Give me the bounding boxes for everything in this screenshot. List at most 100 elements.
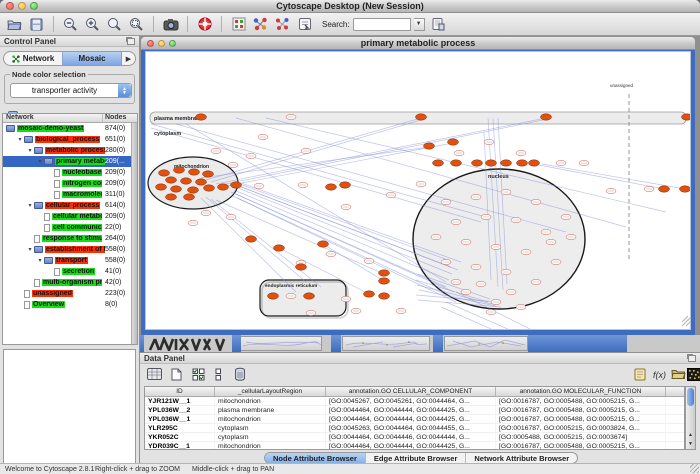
network-node[interactable] bbox=[379, 278, 390, 284]
new-attribute-icon[interactable] bbox=[168, 366, 184, 382]
network-node[interactable] bbox=[218, 184, 229, 190]
network-node[interactable] bbox=[166, 194, 177, 200]
network-node[interactable] bbox=[204, 185, 215, 191]
network-edge[interactable] bbox=[206, 118, 421, 180]
snapshot-icon[interactable] bbox=[162, 16, 179, 33]
delete-attribute-icon[interactable] bbox=[232, 366, 248, 382]
zoom-fit-icon[interactable] bbox=[106, 16, 123, 33]
network-node[interactable] bbox=[541, 114, 552, 120]
table-row[interactable]: YPL036W__2plasma membrane[GO:0044464, GO… bbox=[145, 406, 684, 415]
network-node[interactable] bbox=[364, 291, 375, 297]
network-node[interactable] bbox=[174, 167, 185, 173]
tree-header[interactable]: Network Nodes bbox=[3, 114, 137, 123]
tree-col-nodes[interactable]: Nodes bbox=[103, 114, 137, 122]
vizmap-a-icon[interactable] bbox=[252, 16, 269, 33]
expand-triangle-icon[interactable]: ▾ bbox=[26, 202, 34, 209]
select-attributes-icon[interactable] bbox=[190, 366, 206, 382]
canvas-resize-grip[interactable] bbox=[682, 316, 690, 326]
expand-triangle-icon[interactable]: ▾ bbox=[16, 136, 24, 143]
network-node[interactable] bbox=[340, 182, 351, 188]
function-builder-icon[interactable]: f(x) bbox=[651, 366, 667, 382]
network-canvas[interactable]: plasma membrane cytoplasm mitochondrion … bbox=[145, 51, 691, 330]
network-node[interactable] bbox=[189, 169, 200, 175]
table-column-header[interactable]: ID bbox=[145, 387, 215, 396]
combobox-stepper-icon[interactable]: ▲▼ bbox=[118, 84, 131, 97]
network-node[interactable] bbox=[231, 182, 242, 188]
table-row[interactable]: YLR295Ccytoplasm[GO:0045263, GO:0044464,… bbox=[145, 424, 684, 433]
attribute-browser-tab[interactable]: Network Attribute Browser bbox=[465, 453, 577, 463]
table-row[interactable]: YJR121W__1mitochondrion[GO:0045267, GO:0… bbox=[145, 397, 684, 406]
network-node[interactable] bbox=[379, 270, 390, 276]
network-node[interactable] bbox=[451, 160, 462, 166]
tree-row[interactable]: cellular metabo209(0) bbox=[3, 211, 137, 222]
network-node[interactable] bbox=[159, 170, 170, 176]
background-window-fragment[interactable] bbox=[240, 336, 322, 351]
network-node[interactable] bbox=[472, 160, 483, 166]
tab-overflow-arrow-icon[interactable]: ▶ bbox=[121, 52, 135, 65]
network-node[interactable] bbox=[184, 194, 195, 200]
tree-row[interactable]: secretion41(0) bbox=[3, 266, 137, 277]
tree-row[interactable]: ▾metabolic process280(0) bbox=[3, 145, 137, 156]
view-export-icon[interactable] bbox=[296, 16, 313, 33]
network-node[interactable] bbox=[166, 177, 177, 183]
attribute-browser-tab[interactable]: Node Attribute Browser bbox=[265, 453, 365, 463]
network-node[interactable] bbox=[304, 293, 315, 299]
network-node[interactable] bbox=[274, 245, 285, 251]
search-input[interactable] bbox=[353, 18, 411, 31]
background-windows-strip[interactable] bbox=[140, 335, 700, 352]
network-node[interactable] bbox=[188, 187, 199, 193]
attribute-table-icon[interactable] bbox=[146, 366, 162, 382]
tree-row[interactable]: nitrogen compo209(0) bbox=[3, 178, 137, 189]
network-node[interactable] bbox=[529, 160, 540, 166]
expand-triangle-icon[interactable]: ▾ bbox=[36, 257, 44, 264]
network-node[interactable] bbox=[680, 186, 691, 192]
open-icon[interactable] bbox=[6, 16, 23, 33]
import-attributes-icon[interactable] bbox=[670, 366, 686, 382]
tree-row[interactable]: ▾establishment of lo558(0) bbox=[3, 244, 137, 255]
network-edge[interactable] bbox=[542, 164, 685, 189]
expand-triangle-icon[interactable]: ▾ bbox=[26, 147, 34, 154]
network-node[interactable] bbox=[318, 241, 329, 247]
expand-triangle-icon[interactable]: ▾ bbox=[26, 246, 34, 253]
tree-row[interactable]: response to stimulu264(0) bbox=[3, 233, 137, 244]
table-column-header[interactable]: annotation.GO MOLECULAR_FUNCTION bbox=[496, 387, 666, 396]
tree-row[interactable]: cell communicat22(0) bbox=[3, 222, 137, 233]
tree-row[interactable]: mosaic-demo-yeast874(0) bbox=[3, 123, 137, 134]
network-node[interactable] bbox=[416, 114, 427, 120]
network-grid-icon[interactable] bbox=[230, 16, 247, 33]
attribute-table-header[interactable]: ID_cellularLayoutRegionannotation.GO CEL… bbox=[145, 387, 684, 397]
network-node[interactable] bbox=[501, 160, 512, 166]
network-node[interactable] bbox=[424, 143, 435, 149]
tree-row[interactable]: nucleobase-c209(0) bbox=[3, 167, 137, 178]
node-color-combobox[interactable]: transporter activity ▲▼ bbox=[10, 83, 132, 98]
table-row[interactable]: YDR039C__1mitochondrion[GO:0044464, GO:0… bbox=[145, 442, 684, 450]
background-window-titlebar[interactable] bbox=[528, 335, 627, 352]
network-node[interactable] bbox=[682, 114, 691, 120]
network-node[interactable] bbox=[326, 184, 337, 190]
network-node[interactable] bbox=[171, 186, 182, 192]
tab-mosaic[interactable]: Mosaic bbox=[62, 52, 121, 65]
network-node[interactable] bbox=[517, 160, 528, 166]
search-dropdown-icon[interactable]: ▼ bbox=[414, 18, 425, 31]
scroll-down-icon[interactable]: ▼ bbox=[686, 440, 695, 449]
scrollbar-thumb[interactable] bbox=[687, 388, 694, 406]
expand-triangle-icon[interactable]: ▾ bbox=[36, 158, 44, 165]
attribute-browser-tab[interactable]: Edge Attribute Browser bbox=[365, 453, 465, 463]
background-window-titlebar[interactable] bbox=[232, 335, 241, 352]
network-node[interactable] bbox=[246, 236, 257, 242]
network-node[interactable] bbox=[659, 186, 670, 192]
tree-row[interactable]: ▾cellular process614(0) bbox=[3, 200, 137, 211]
window-resize-grip[interactable] bbox=[690, 464, 699, 473]
table-column-header[interactable]: _cellularLayoutRegion bbox=[215, 387, 326, 396]
network-edge[interactable] bbox=[211, 199, 321, 287]
network-edge[interactable] bbox=[441, 307, 521, 329]
tree-row[interactable]: ▾transport558(0) bbox=[3, 255, 137, 266]
table-row[interactable]: YKR052Ccytoplasm[GO:0044464, GO:0044446,… bbox=[145, 433, 684, 442]
tree-scrollbar[interactable] bbox=[131, 123, 137, 344]
attribute-editor-icon[interactable] bbox=[632, 366, 648, 382]
tree-row[interactable]: Overview8(0) bbox=[3, 299, 137, 310]
unselect-attributes-icon[interactable] bbox=[212, 366, 228, 382]
network-node[interactable] bbox=[156, 184, 167, 190]
zoom-selected-icon[interactable] bbox=[128, 16, 145, 33]
background-window-titlebar[interactable] bbox=[433, 335, 443, 352]
